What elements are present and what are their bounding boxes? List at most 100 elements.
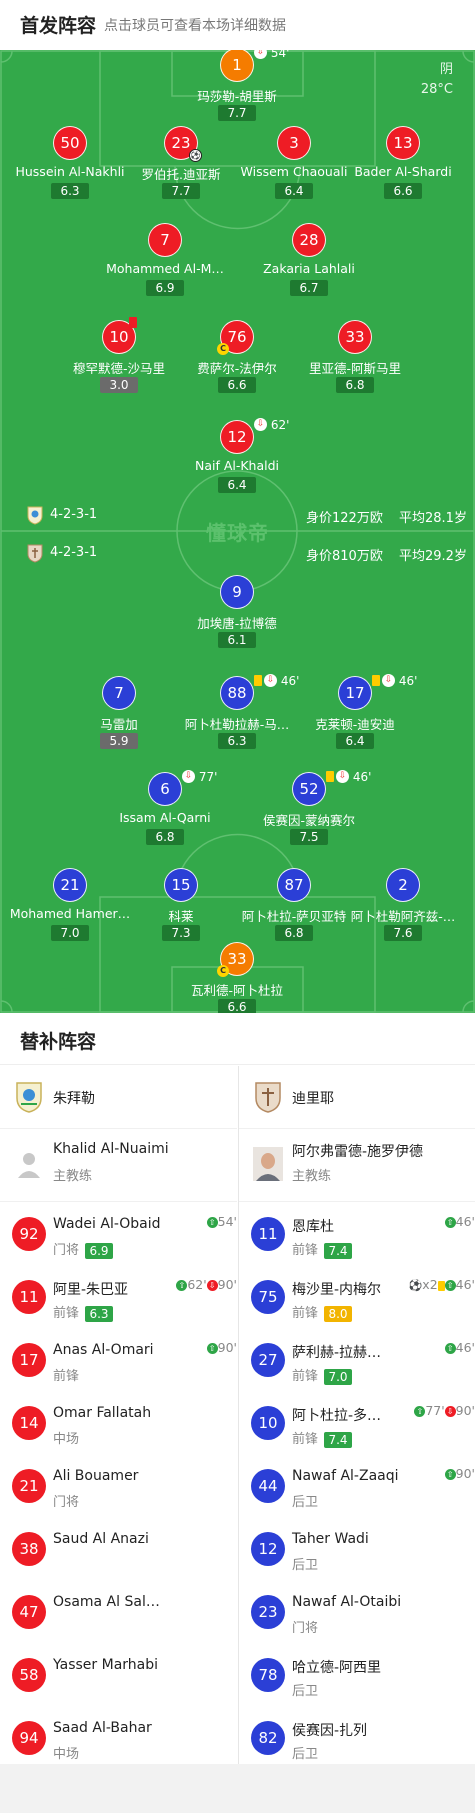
player-number-badge: 14 [12,1406,46,1440]
player-number-badge: 7 [102,676,136,710]
player-number-badge: 76 C [217,320,254,355]
red-card-icon [129,317,137,328]
coach-role: 主教练 [53,1169,93,1184]
player-away-am3[interactable]: 17 ⇩ 46' 克莱顿-迪安迪 6.4 [280,674,430,749]
player-position: 门将 6.9 [53,1239,114,1259]
sub-in-icon: ⇧ [206,1217,218,1228]
player-home-gk[interactable]: 1 ⇩ 54' 玛莎勒-胡里斯 7.7 [162,50,312,121]
player-name: 哈立德-阿西里 [292,1660,382,1676]
player-away-dm1[interactable]: 6 ⇩ 77' Issam Al-Qarni 6.8 [90,770,240,845]
away-team-row[interactable]: 迪里耶 [239,1066,475,1129]
sub-off-badge: ⇩ 77' [182,770,217,784]
card-sub-badge: ⇩ 46' [372,674,417,688]
player-rating: 6.4 [275,183,313,199]
player-home-lb[interactable]: 13 Bader Al-Shardi 6.6 [328,126,475,199]
player-rating: 7.0 [324,1368,353,1385]
away-coach-row[interactable]: 阿尔弗雷德-施罗伊德 主教练 [239,1129,475,1202]
player-name: Saud Al Anazi [53,1531,149,1547]
substitute-row[interactable]: 10 阿卜杜拉-多… 前锋 7.4 ⇧ 77' ⇩ 90' [239,1391,475,1454]
home-formation: 4-2-3-1 [50,507,98,522]
substitute-row[interactable]: 11 恩库杜 前锋 7.4 ⇧ 46' [239,1202,475,1265]
substitute-row[interactable]: 82 侯赛因-扎列 后卫 [239,1706,475,1769]
weather-temperature: 28°C [420,82,453,97]
player-rating: 6.7 [290,280,328,296]
player-number-badge: 94 [12,1721,46,1755]
substitute-row[interactable]: 47 Osama Al Sal… [0,1580,237,1643]
player-name: Issam Al-Qarni [119,810,211,825]
player-name: 瓦利德-阿卜杜拉 [190,983,283,996]
away-team-crest-icon [255,1082,281,1113]
player-events: ⇧ 54' [206,1214,237,1229]
player-number-badge: 58 [12,1658,46,1692]
player-rating: 8.0 [324,1305,353,1322]
player-rating: 6.4 [336,733,374,749]
player-number-badge: 44 [251,1469,285,1503]
substitute-row[interactable]: 17 Anas Al-Omari 前锋 ⇧ 90' [0,1328,237,1391]
sub-off-icon: ⇩ [336,770,349,783]
substitute-row[interactable]: 58 Yasser Marhabi [0,1643,237,1706]
yellow-card-icon [437,1280,445,1291]
substitute-row[interactable]: 23 Nawaf Al-Otaibi 门将 [239,1580,475,1643]
player-name: 梅沙里-内梅尔 [292,1282,382,1298]
yellow-card-icon [372,675,380,686]
player-number-badge: 10 [102,317,137,354]
player-number-badge: 23 ⚽ [164,126,202,162]
player-number-badge: 2 [386,868,420,902]
player-number-badge: 88 ⇩ 46' [220,674,299,710]
player-events: ⇧ 46' [444,1340,475,1355]
player-rating: 7.4 [324,1242,353,1259]
sub-in-icon: ⇧ [444,1343,456,1354]
substitute-row[interactable]: 11 阿里-朱巴亚 前锋 6.3 ⇧ 62' ⇩ 90' [0,1265,237,1328]
away-average-age: 平均29.2岁 [399,549,467,564]
sub-off-icon: ⇩ [264,674,277,687]
player-position: 中场 [53,1747,80,1762]
player-number-badge: 50 [53,126,87,160]
substitute-row[interactable]: 94 Saad Al-Bahar 中场 [0,1706,237,1769]
player-home-dm2[interactable]: 28 Zakaria Lahlali 6.7 [234,223,384,296]
player-position: 前锋 8.0 [292,1302,353,1322]
player-rating: 7.7 [162,183,200,199]
substitute-row[interactable]: 27 萨利赫-拉赫… 前锋 7.0 ⇧ 46' [239,1328,475,1391]
substitute-row[interactable]: 38 Saud Al Anazi [0,1517,237,1580]
sub-off-badge: ⇩ 54' [254,50,289,60]
player-position: 后卫 [292,1495,319,1510]
player-away-rb[interactable]: 2 阿卜杜勒阿齐兹-… 7.6 [328,868,475,941]
player-rating: 6.6 [384,183,422,199]
player-rating: 6.4 [218,477,256,493]
player-away-st[interactable]: 9 加埃唐-拉博德 6.1 [162,575,312,648]
substitute-row[interactable]: 14 Omar Fallatah 中场 [0,1391,237,1454]
player-away-gk[interactable]: 33 C 瓦利德-阿卜杜拉 6.6 [162,942,312,1013]
player-away-dm2[interactable]: 52 ⇩ 46' 侯赛因-蒙纳赛尔 7.5 [234,770,384,845]
player-name: 阿卜杜拉-多… [292,1408,382,1424]
player-rating: 6.6 [218,999,256,1013]
substitute-row[interactable]: 12 Taher Wadi 后卫 [239,1517,475,1580]
substitute-row[interactable]: 44 Nawaf Al-Zaaqi 后卫 ⇧ 90' [239,1454,475,1517]
player-position: 前锋 6.3 [53,1302,114,1322]
player-rating: 7.6 [384,925,422,941]
player-home-am3[interactable]: 33 里亚德-阿斯马里 6.8 [280,320,430,393]
player-position: 中场 [53,1432,80,1447]
sub-off-icon: ⇩ [206,1280,218,1291]
player-number-badge: 23 [251,1595,285,1629]
weather-info: 阴 28°C [421,60,453,100]
home-team-row[interactable]: 朱拜勒 [0,1066,237,1129]
player-position: 后卫 [292,1747,319,1762]
substitute-row[interactable]: 92 Wadei Al-Obaid 门将 6.9 ⇧ 54' [0,1202,237,1265]
player-home-st[interactable]: 12 ⇩ 62' Naif Al-Khaldi 6.4 [162,418,312,493]
sub-in-icon: ⇧ [414,1406,426,1417]
player-rating: 6.8 [275,925,313,941]
player-number-badge: 52 ⇩ 46' [292,770,371,806]
substitute-row[interactable]: 78 哈立德-阿西里 后卫 [239,1643,475,1706]
player-home-dm1[interactable]: 7 Mohammed Al-M… 6.9 [90,223,240,296]
substitute-row[interactable]: 21 Ali Bouamer 门将 [0,1454,237,1517]
player-name: Taher Wadi [292,1531,369,1547]
coach-name: Khalid Al-Nuaimi [53,1141,169,1157]
home-coach-row[interactable]: Khalid Al-Nuaimi 主教练 [0,1129,237,1202]
player-name: 萨利赫-拉赫… [292,1345,382,1361]
player-number-badge: 17 [12,1343,46,1377]
player-number-badge: 47 [12,1595,46,1629]
player-rating: 3.0 [100,377,138,393]
substitute-row[interactable]: 75 梅沙里-内梅尔 前锋 8.0 ⚽x2 ⇧ 46' [239,1265,475,1328]
player-name: Yasser Marhabi [53,1657,159,1673]
sub-off-icon: ⇩ [382,674,395,687]
